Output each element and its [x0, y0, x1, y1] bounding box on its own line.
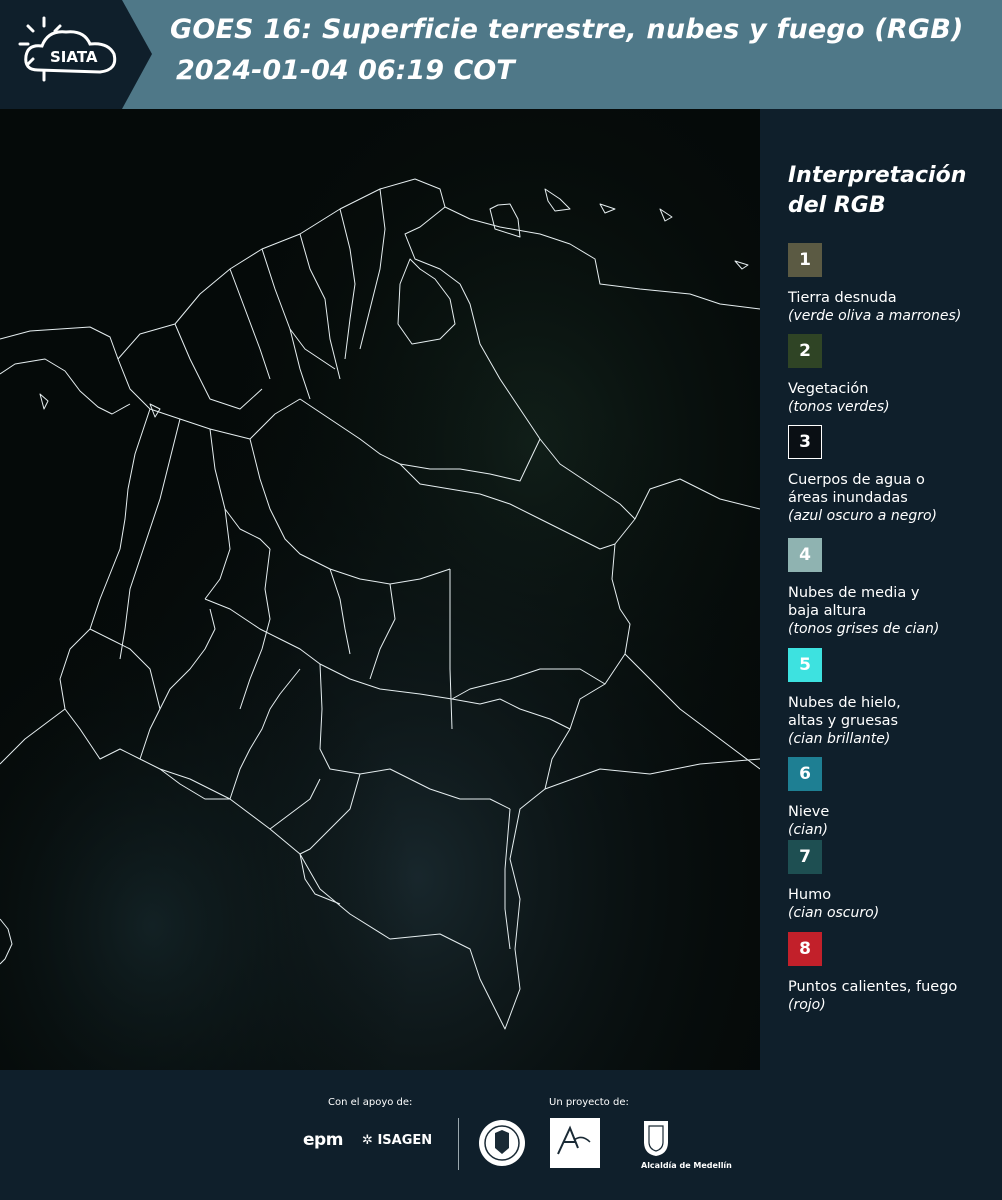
legend-item-label: Cuerpos de agua o — [788, 472, 925, 488]
legend-item-label: Puntos calientes, fuego — [788, 979, 958, 995]
satellite-map — [0, 109, 760, 1070]
legend-panel: Interpretación del RGB 1 Tierra desnuda (v… — [760, 109, 1002, 1070]
medellin-shield-icon — [644, 1121, 668, 1156]
isagen-mark-icon: ✲ — [362, 1133, 373, 1148]
legend-title-line1: Interpretación — [788, 163, 967, 188]
project-caption: Un proyecto de: — [549, 1097, 629, 1108]
legend-swatch: 8 — [788, 932, 822, 966]
siata-logo-text: SIATA — [50, 48, 98, 66]
footer-divider — [458, 1118, 459, 1170]
legend-item-label: áreas inundadas — [788, 490, 908, 506]
legend-swatch: 4 — [788, 538, 822, 572]
legend-item: 2 Vegetación (tonos verdes) — [788, 334, 998, 416]
legend-item: 7 Humo (cian oscuro) — [788, 840, 998, 922]
support-caption: Con el apoyo de: — [328, 1097, 413, 1108]
siata-logo: SIATA — [0, 0, 160, 109]
legend-title: Interpretación del RGB — [788, 161, 988, 221]
legend-item-label: Nubes de media y — [788, 585, 920, 601]
legend-swatch: 2 — [788, 334, 822, 368]
legend-swatch: 5 — [788, 648, 822, 682]
legend-item-note: (cian brillante) — [788, 731, 891, 747]
page-timestamp: 2024-01-04 06:19 COT — [176, 55, 515, 86]
legend-item: 4 Nubes de media y baja altura (tonos grise… — [788, 538, 998, 638]
legend-item: 5 Nubes de hielo, altas y gruesas (cian bri… — [788, 648, 998, 748]
legend-item-note: (tonos grises de cian) — [788, 621, 940, 637]
legend-item-note: (cian oscuro) — [788, 905, 880, 921]
legend-item: 8 Puntos calientes, fuego (rojo) — [788, 932, 998, 1014]
legend-item-label: Humo — [788, 887, 832, 903]
legend-item-note: (rojo) — [788, 997, 826, 1013]
isagen-logo: ✲ ISAGEN — [362, 1133, 432, 1148]
legend-item: 3 Cuerpos de agua o áreas inundadas (azul o… — [788, 425, 998, 525]
page-title: GOES 16: Superficie terrestre, nubes y f… — [170, 14, 964, 45]
legend-item-label: Nubes de hielo, — [788, 695, 901, 711]
legend-item: 6 Nieve (cian) — [788, 757, 998, 839]
legend-swatch: 7 — [788, 840, 822, 874]
legend-item-note: (tonos verdes) — [788, 399, 890, 415]
legend-item-note: (verde oliva a marrones) — [788, 308, 962, 324]
legend-swatch: 1 — [788, 243, 822, 277]
isagen-logo-text: ISAGEN — [377, 1133, 433, 1148]
legend-item-label: Vegetación — [788, 381, 869, 397]
legend-item-note: (azul oscuro a negro) — [788, 508, 937, 524]
legend-item-label: altas y gruesas — [788, 713, 899, 729]
legend-swatch: 6 — [788, 757, 822, 791]
area-metropolitana-logo — [550, 1118, 600, 1168]
alcaldia-label: Alcaldía de Medellín — [641, 1161, 732, 1170]
legend-item-note: (cian) — [788, 822, 828, 838]
legend-item-label: Tierra desnuda — [788, 290, 897, 306]
legend-item-label: baja altura — [788, 603, 867, 619]
legend-swatch: 3 — [788, 425, 822, 459]
legend-item: 1 Tierra desnuda (verde oliva a marrones) — [788, 243, 998, 325]
footer: Con el apoyo de: Un proyecto de: epm ✲ I… — [0, 1070, 1002, 1200]
header-bar: SIATA GOES 16: Superficie terrestre, nub… — [0, 0, 1002, 109]
university-seal-icon — [479, 1120, 525, 1166]
legend-title-line2: del RGB — [788, 193, 886, 218]
epm-logo: epm — [303, 1130, 343, 1150]
legend-item-label: Nieve — [788, 804, 830, 820]
